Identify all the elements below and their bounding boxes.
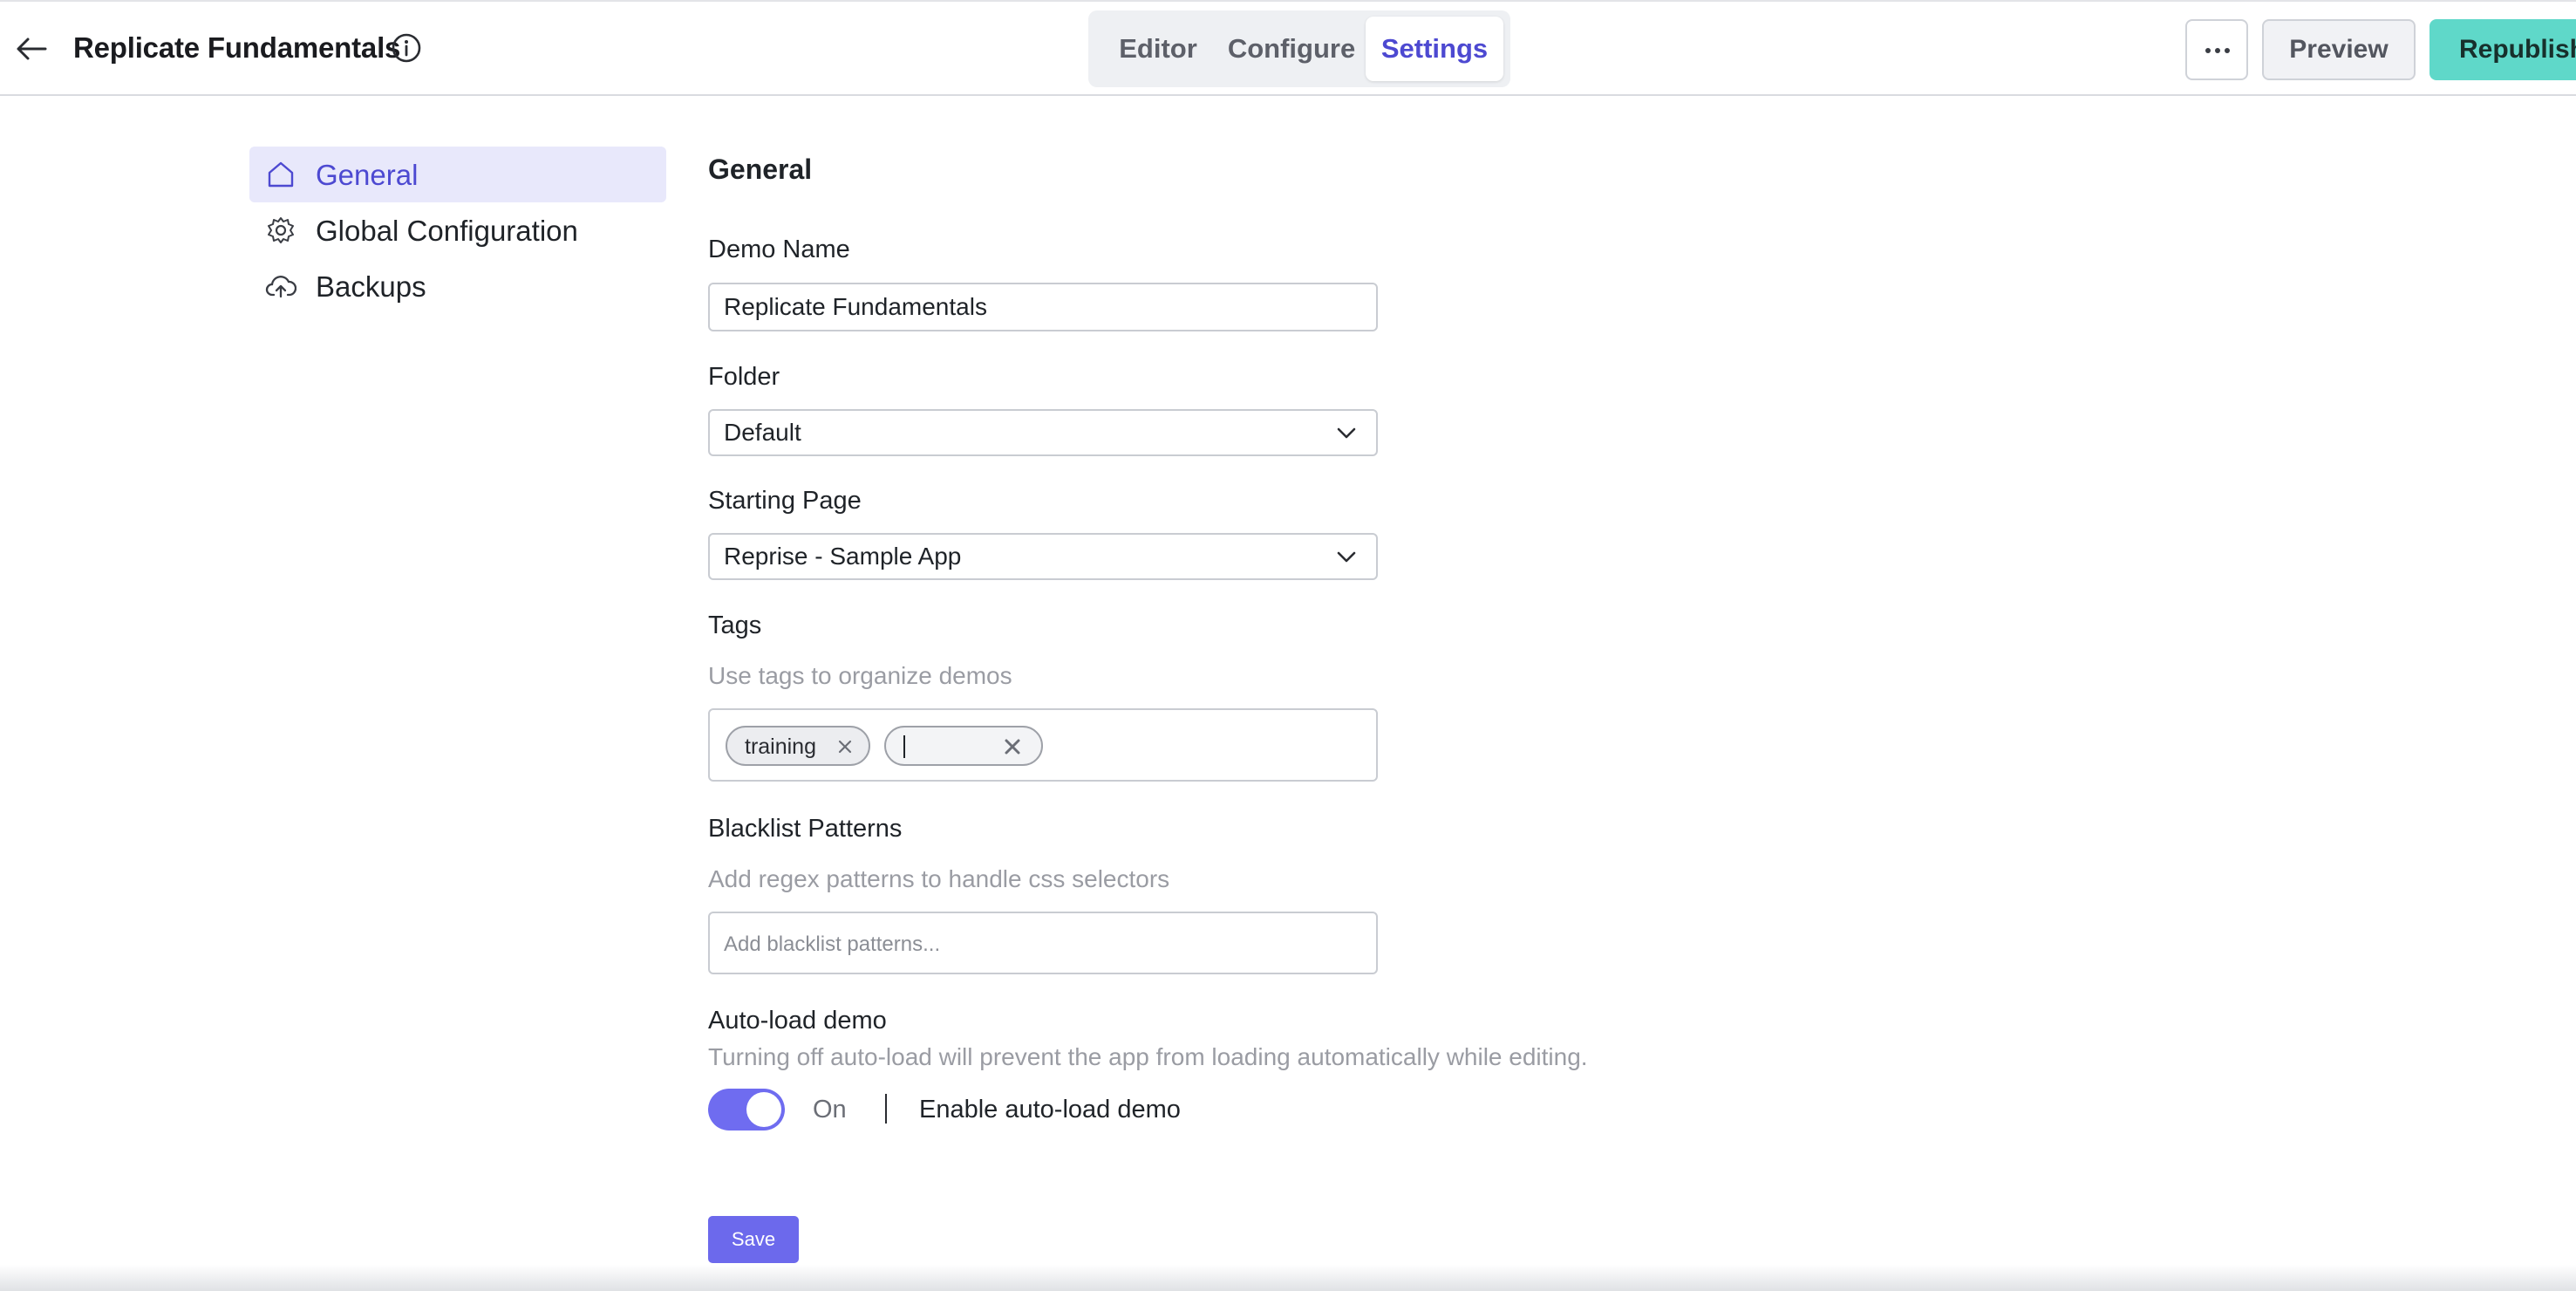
settings-gear-icon [268, 217, 294, 243]
close-icon[interactable] [837, 739, 853, 755]
sidebar-item-label: General [316, 159, 419, 191]
folder-label: Folder [708, 363, 780, 391]
arrow-left-icon [17, 38, 47, 60]
sidebar-item-label: Backups [316, 270, 426, 303]
starting-page-label: Starting Page [708, 487, 862, 515]
sidebar-item-global-configuration[interactable]: Global Configuration [249, 202, 666, 258]
starting-page-select-value: Reprise - Sample App [724, 543, 962, 570]
preview-button[interactable]: Preview [2262, 19, 2416, 80]
tags-label: Tags [708, 611, 762, 639]
demo-name-input[interactable]: Replicate Fundamentals [708, 283, 1378, 331]
blacklist-placeholder: Add blacklist patterns... [724, 932, 941, 956]
close-icon[interactable] [1003, 737, 1022, 756]
autoload-toggle[interactable] [708, 1089, 785, 1130]
home-icon [268, 161, 294, 188]
page-title: Replicate Fundamentals [73, 31, 401, 64]
republish-button[interactable]: Republish [2429, 19, 2576, 80]
folder-select-value: Default [724, 419, 801, 446]
new-tag-input[interactable] [884, 726, 1043, 766]
tags-input[interactable]: training [708, 708, 1378, 782]
tab-settings[interactable]: Settings [1366, 17, 1503, 81]
blacklist-helper-text: Add regex patterns to handle css selecto… [708, 865, 1170, 892]
tag-chip-label: training [745, 734, 816, 759]
save-button[interactable]: Save [708, 1216, 799, 1263]
bottom-shadow [0, 1265, 2576, 1291]
chevron-down-icon [1337, 551, 1356, 563]
divider [885, 1094, 887, 1124]
tab-configure[interactable]: Configure [1219, 17, 1364, 81]
demo-name-label: Demo Name [708, 236, 850, 263]
toggle-label: Enable auto-load demo [919, 1096, 1181, 1124]
top-bar: Replicate Fundamentals Editor Configure … [0, 0, 2576, 96]
sidebar-item-backups[interactable]: Backups [249, 258, 666, 314]
section-title: General [708, 154, 813, 185]
cloud-upload-icon [265, 276, 296, 298]
sidebar-item-label: Global Configuration [316, 215, 578, 247]
blacklist-input[interactable]: Add blacklist patterns... [708, 912, 1378, 974]
autoload-label: Auto-load demo [708, 1007, 887, 1035]
autoload-helper-text: Turning off auto-load will prevent the a… [708, 1043, 1588, 1070]
tag-chip: training [726, 726, 870, 766]
tags-helper-text: Use tags to organize demos [708, 662, 1012, 689]
toggle-knob [746, 1092, 781, 1127]
text-cursor [903, 735, 905, 758]
back-button[interactable] [12, 30, 51, 68]
chevron-down-icon [1337, 427, 1356, 439]
view-tabs: Editor Configure Settings [1088, 10, 1510, 87]
blacklist-label: Blacklist Patterns [708, 815, 903, 843]
starting-page-select[interactable]: Reprise - Sample App [708, 533, 1378, 580]
sidebar-item-general[interactable]: General [249, 147, 666, 202]
ellipsis-icon [2205, 48, 2230, 53]
more-options-button[interactable] [2185, 19, 2248, 80]
tab-editor[interactable]: Editor [1097, 17, 1219, 81]
toggle-state-text: On [813, 1096, 847, 1124]
info-circle-icon[interactable] [391, 32, 422, 64]
folder-select[interactable]: Default [708, 409, 1378, 456]
